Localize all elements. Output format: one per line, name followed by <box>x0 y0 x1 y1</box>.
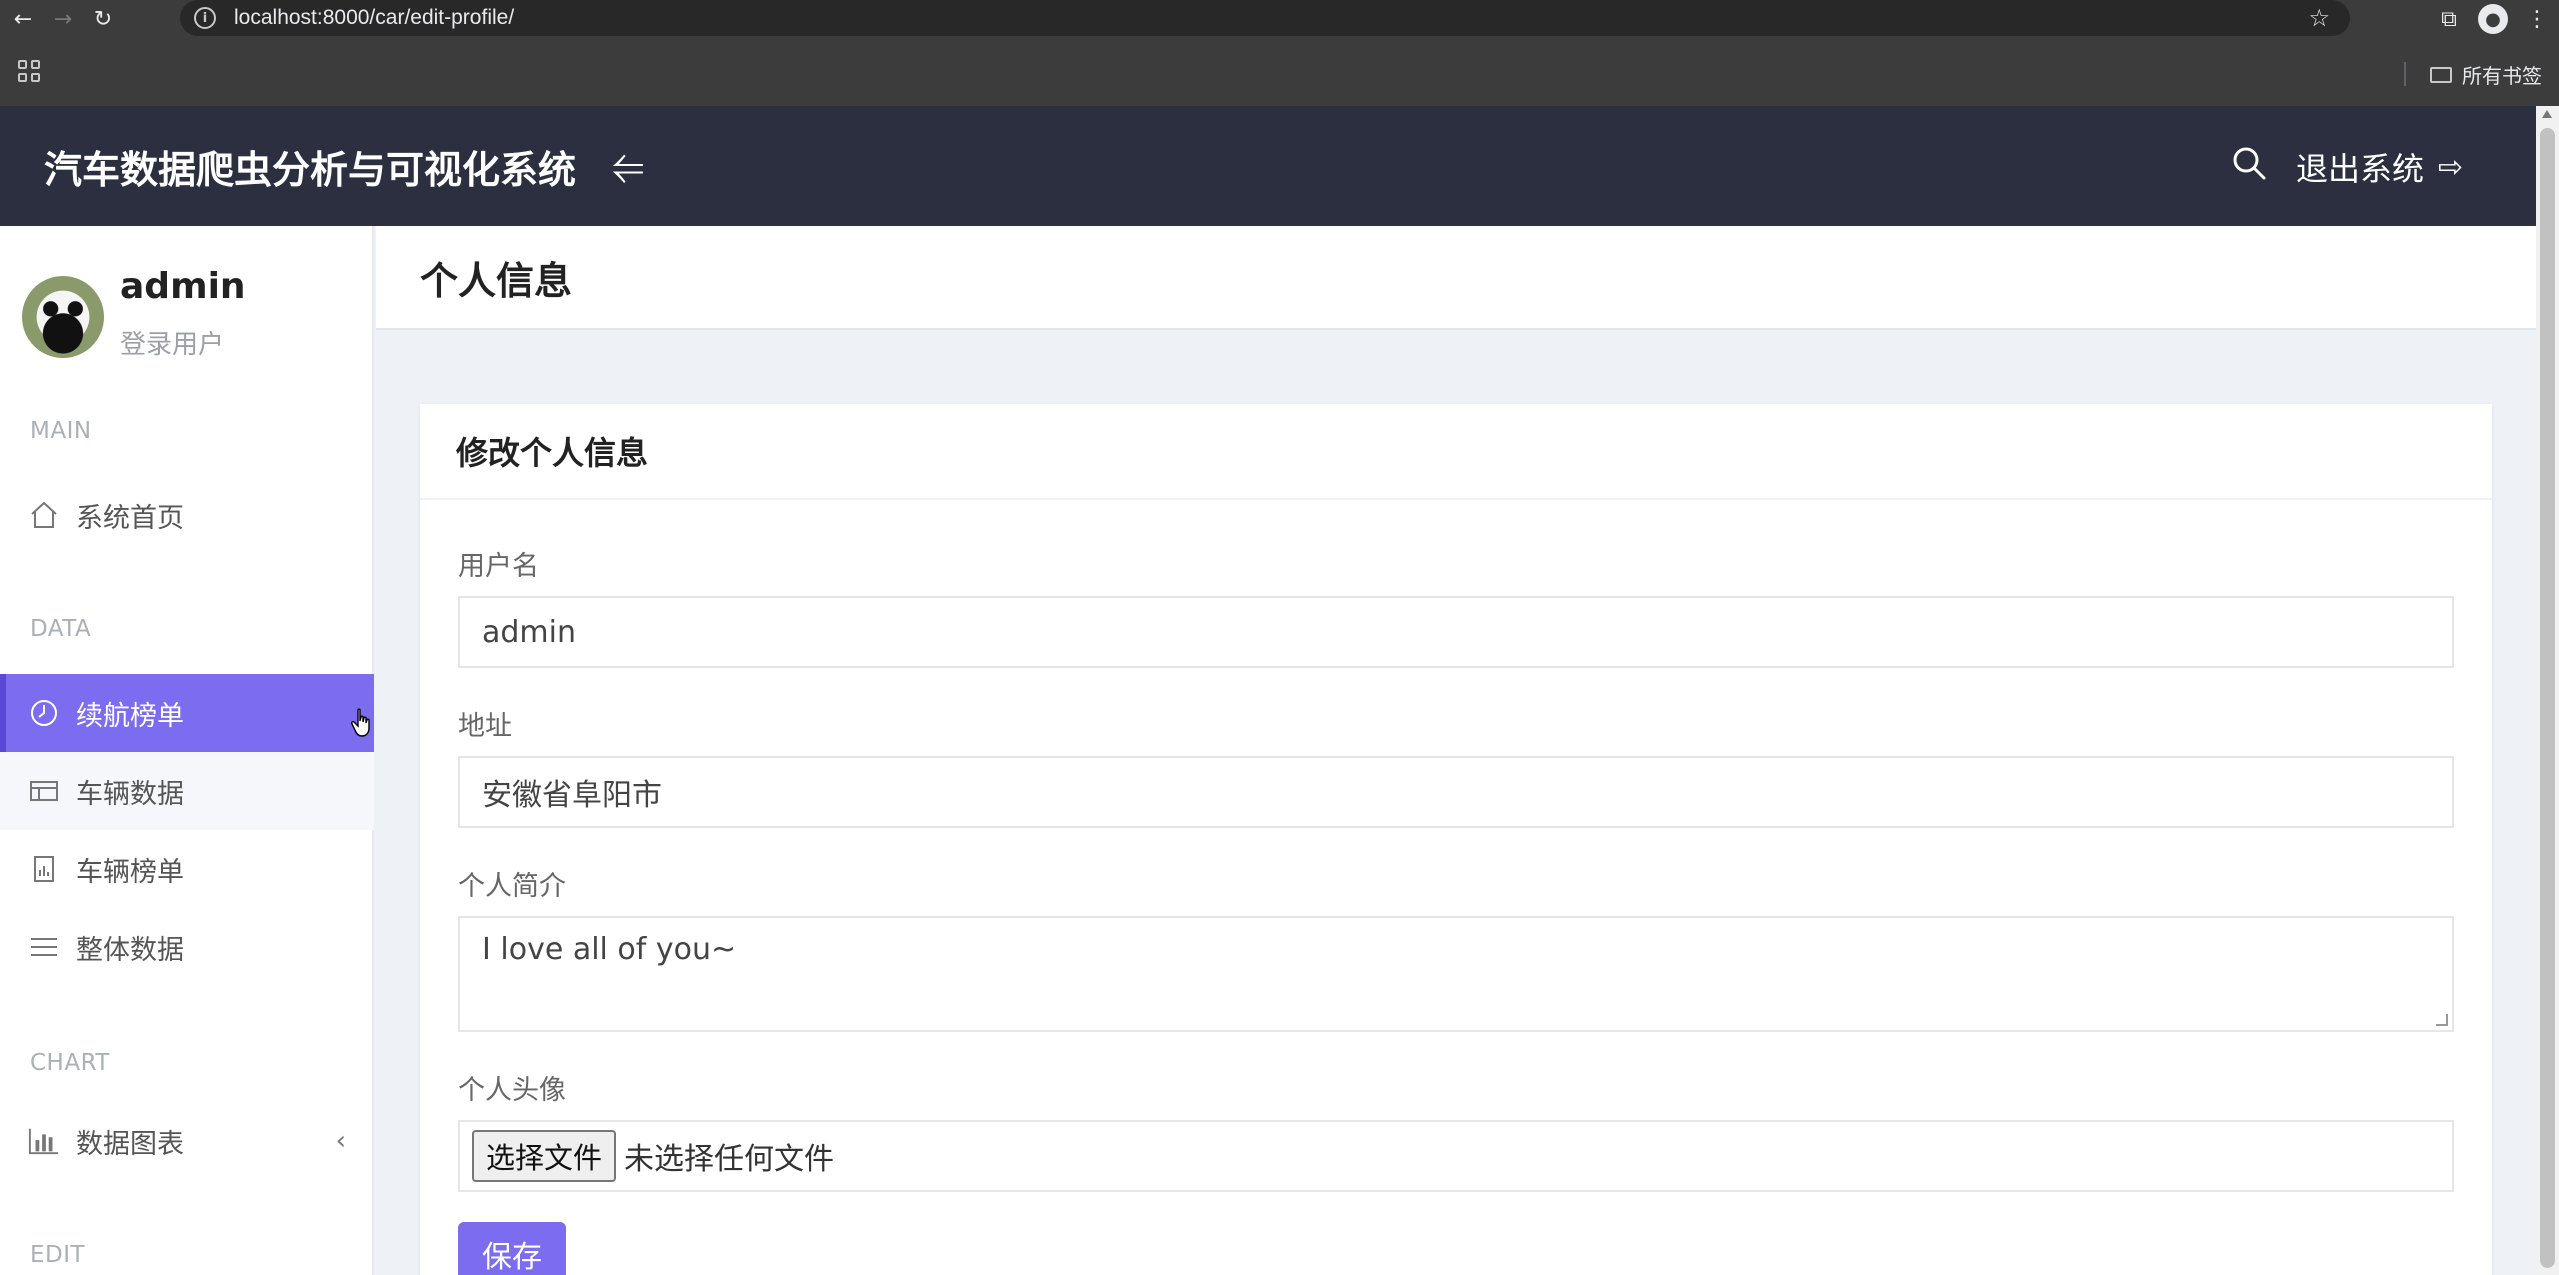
browser-menu-icon[interactable]: ⋮ <box>2515 1 2559 37</box>
site-info-icon[interactable]: i <box>194 7 216 29</box>
folder-icon <box>2430 66 2452 83</box>
bio-textarea[interactable]: I love all of you~ <box>458 916 2454 1032</box>
forward-icon[interactable]: → <box>46 2 80 36</box>
logout-label: 退出系统 <box>2296 150 2425 188</box>
all-bookmarks-label: 所有书签 <box>2462 64 2542 88</box>
bar-chart-icon <box>28 1125 60 1157</box>
scroll-up-icon[interactable] <box>2542 110 2552 118</box>
sidebar-item-label: 系统首页 <box>76 502 184 534</box>
app-title[interactable]: 汽车数据爬虫分析与可视化系统 <box>44 139 576 194</box>
page-header: 个人信息 <box>376 226 2536 330</box>
file-status-text: 未选择任何文件 <box>624 1142 835 1177</box>
apps-grid-icon[interactable] <box>18 60 40 82</box>
sidebar-item-range-ranking[interactable]: 续航榜单 <box>0 674 374 752</box>
sidebar-item-vehicle-data[interactable]: 车辆数据 <box>0 752 374 830</box>
all-bookmarks-button[interactable]: 所有书签 <box>2430 60 2542 89</box>
extensions-icon[interactable]: ⧉ <box>2427 1 2471 37</box>
edit-profile-card: 修改个人信息 用户名 admin 地址 安徽省阜阳市 个人简介 I love a… <box>420 404 2492 1275</box>
chevron-left-icon: ‹ <box>335 1126 346 1156</box>
logout-icon: ⇨ <box>2438 149 2464 185</box>
report-icon <box>28 853 60 885</box>
username-label: 用户名 <box>458 551 539 582</box>
address-label: 地址 <box>458 711 512 742</box>
sidebar-item-label: 数据图表 <box>76 1128 184 1160</box>
sidebar-item-label: 车辆榜单 <box>76 856 184 888</box>
address-bar[interactable]: i localhost:8000/car/edit-profile/ ☆ <box>180 0 2350 36</box>
sidebar-item-label: 车辆数据 <box>76 778 184 810</box>
section-label-chart: CHART <box>30 1050 110 1076</box>
bookmark-star-icon[interactable]: ☆ <box>2308 4 2330 32</box>
app-header: 汽车数据爬虫分析与可视化系统 ⥢ 退出系统 ⇨ <box>0 106 2536 226</box>
user-role: 登录用户 <box>120 330 225 360</box>
bio-text: I love all of you~ <box>482 932 737 967</box>
sidebar: admin 登录用户 MAIN 系统首页 DATA 续航榜单 车辆数据 车辆榜单… <box>0 226 374 1275</box>
username-input[interactable]: admin <box>458 596 2454 668</box>
card-title: 修改个人信息 <box>456 434 649 472</box>
avatar-label: 个人头像 <box>458 1075 566 1106</box>
section-label-main: MAIN <box>30 418 92 444</box>
bio-label: 个人简介 <box>458 871 566 902</box>
card-header: 修改个人信息 <box>420 404 2492 500</box>
list-icon <box>28 931 60 963</box>
scrollbar-thumb[interactable] <box>2540 128 2555 1268</box>
section-label-edit: EDIT <box>30 1242 86 1268</box>
home-icon <box>28 499 60 531</box>
page-scrollbar[interactable] <box>2536 106 2559 1275</box>
bookmarks-bar: 所有书签 <box>0 38 2559 106</box>
save-button[interactable]: 保存 <box>458 1222 566 1275</box>
reload-icon[interactable]: ↻ <box>86 2 120 36</box>
bookmarks-divider <box>2404 62 2406 86</box>
sidebar-item-vehicle-ranking[interactable]: 车辆榜单 <box>0 830 374 908</box>
resize-handle-icon[interactable] <box>2436 1014 2448 1026</box>
section-label-data: DATA <box>30 616 92 642</box>
table-icon <box>28 775 60 807</box>
sidebar-item-data-charts[interactable]: 数据图表 ‹ <box>0 1102 374 1180</box>
user-name: admin <box>120 266 246 307</box>
back-icon[interactable]: ← <box>6 2 40 36</box>
browser-toolbar: ← → ↻ i localhost:8000/car/edit-profile/… <box>0 0 2559 38</box>
clock-icon <box>28 697 60 729</box>
mouse-pointer-icon <box>351 708 370 737</box>
sidebar-item-overall-data[interactable]: 整体数据 <box>0 908 374 986</box>
address-input[interactable]: 安徽省阜阳市 <box>458 756 2454 828</box>
menu-collapse-icon[interactable]: ⥢ <box>612 146 644 186</box>
sidebar-item-label: 续航榜单 <box>76 700 184 732</box>
sidebar-item-home[interactable]: 系统首页 <box>0 476 374 554</box>
avatar-file-input: 选择文件 未选择任何文件 <box>458 1120 2454 1192</box>
profile-icon[interactable]: ● <box>2471 1 2515 37</box>
search-icon[interactable] <box>2232 146 2266 180</box>
sidebar-item-label: 整体数据 <box>76 934 184 966</box>
logout-button[interactable]: 退出系统 ⇨ <box>2296 144 2463 190</box>
url-text[interactable]: localhost:8000/car/edit-profile/ <box>234 6 514 30</box>
avatar <box>22 276 104 358</box>
page-title: 个人信息 <box>420 259 573 303</box>
choose-file-button[interactable]: 选择文件 <box>472 1130 617 1182</box>
